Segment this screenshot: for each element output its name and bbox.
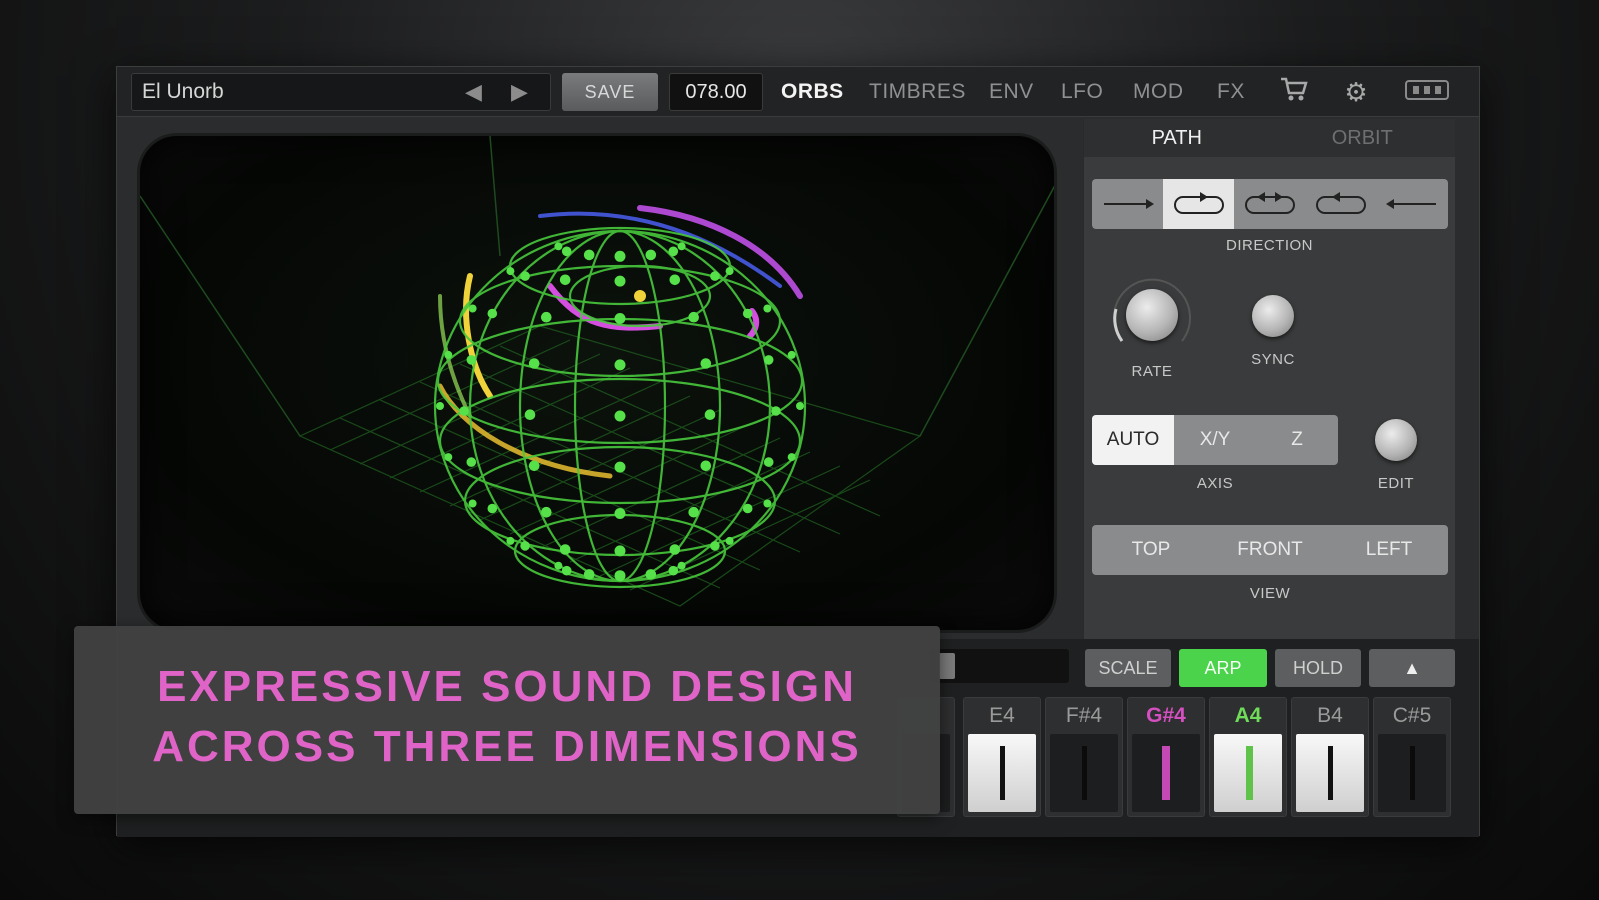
direction-selector (1092, 179, 1448, 229)
arrow-right-icon (1103, 199, 1154, 209)
piano-key-a4[interactable]: A4 (1209, 697, 1287, 817)
direction-reverse-button[interactable] (1376, 179, 1447, 229)
preset-name-field[interactable]: El Unorb (131, 73, 551, 111)
key-label: G#4 (1146, 704, 1186, 727)
prev-preset-icon[interactable]: ◀ (465, 73, 482, 111)
sync-knob[interactable] (1252, 295, 1294, 337)
top-toolbar: El Unorb ◀ ▶ SAVE 078.00 ORBS TIMBRES EN… (117, 67, 1479, 117)
piano-key-fs4[interactable]: F#4 (1045, 697, 1123, 817)
rate-label: RATE (1131, 363, 1173, 380)
axis-xy-button[interactable]: X/Y (1174, 415, 1256, 465)
tempo-field[interactable]: 078.00 (669, 73, 763, 111)
tab-timbres[interactable]: TIMBRES (869, 73, 966, 111)
tab-fx[interactable]: FX (1217, 73, 1245, 111)
axis-auto-button[interactable]: AUTO (1092, 415, 1174, 465)
key-label: F#4 (1065, 704, 1103, 727)
midi-icon[interactable] (1405, 75, 1449, 109)
orb-3d-viewport[interactable] (137, 133, 1057, 633)
tab-lfo[interactable]: LFO (1061, 73, 1103, 111)
view-label: VIEW (1249, 585, 1291, 602)
tab-orbit[interactable]: ORBIT (1270, 119, 1456, 157)
sync-label: SYNC (1251, 351, 1295, 368)
key-label: E4 (989, 704, 1015, 727)
arrow-left-icon (1385, 199, 1436, 209)
key-label: A4 (1234, 704, 1262, 727)
piano-key-gs4[interactable]: G#4 (1127, 697, 1205, 817)
tab-path[interactable]: PATH (1084, 119, 1270, 157)
axis-selector: AUTO X/Y Z (1092, 415, 1338, 465)
promo-caption: EXPRESSIVE SOUND DESIGN ACROSS THREE DIM… (74, 626, 940, 814)
piano-key-b4[interactable]: B4 (1291, 697, 1369, 817)
loop-reverse-icon (1315, 192, 1366, 214)
rate-knob[interactable] (1126, 289, 1178, 341)
direction-loop-reverse-button[interactable] (1305, 179, 1376, 229)
piano-key-e4[interactable]: E4 (963, 697, 1041, 817)
cart-icon[interactable] (1277, 75, 1311, 109)
piano-key-cs5[interactable]: C#5 (1373, 697, 1451, 817)
direction-loop-forward-button[interactable] (1163, 179, 1234, 229)
edit-label: EDIT (1377, 475, 1415, 492)
view-selector: TOP FRONT LEFT (1092, 525, 1448, 575)
axis-label: AXIS (1196, 475, 1234, 492)
caption-line-1: EXPRESSIVE SOUND DESIGN (157, 662, 857, 711)
direction-label: DIRECTION (1226, 237, 1313, 254)
direction-forward-button[interactable] (1092, 179, 1163, 229)
view-top-button[interactable]: TOP (1092, 525, 1210, 575)
orb-visualization (140, 136, 1054, 607)
loop-pingpong-icon (1244, 192, 1295, 214)
gear-icon[interactable]: ⚙ (1339, 75, 1373, 109)
hold-button[interactable]: HOLD (1275, 649, 1361, 687)
edit-knob[interactable] (1375, 419, 1417, 461)
key-label: C#5 (1392, 704, 1432, 727)
key-label: B4 (1317, 704, 1343, 727)
arp-button[interactable]: ARP (1179, 649, 1267, 687)
save-button[interactable]: SAVE (562, 73, 658, 111)
loop-forward-icon (1173, 192, 1224, 214)
direction-pingpong-button[interactable] (1234, 179, 1305, 229)
scale-button[interactable]: SCALE (1085, 649, 1171, 687)
pitch-slider[interactable] (929, 649, 1069, 683)
view-front-button[interactable]: FRONT (1210, 525, 1330, 575)
octave-up-button[interactable]: ▲ (1369, 649, 1455, 687)
view-left-button[interactable]: LEFT (1330, 525, 1448, 575)
triangle-up-icon: ▲ (1403, 658, 1421, 678)
tab-orbs[interactable]: ORBS (781, 73, 844, 111)
axis-z-button[interactable]: Z (1256, 415, 1338, 465)
caption-line-2: ACROSS THREE DIMENSIONS (152, 722, 862, 771)
path-panel: PATH ORBIT DIRECTION RATE SYNC AUTO X/Y … (1083, 119, 1455, 639)
tab-mod[interactable]: MOD (1133, 73, 1184, 111)
panel-tabs: PATH ORBIT (1084, 119, 1455, 157)
tab-env[interactable]: ENV (989, 73, 1034, 111)
pitch-slider-thumb[interactable] (939, 653, 955, 679)
next-preset-icon[interactable]: ▶ (511, 73, 528, 111)
